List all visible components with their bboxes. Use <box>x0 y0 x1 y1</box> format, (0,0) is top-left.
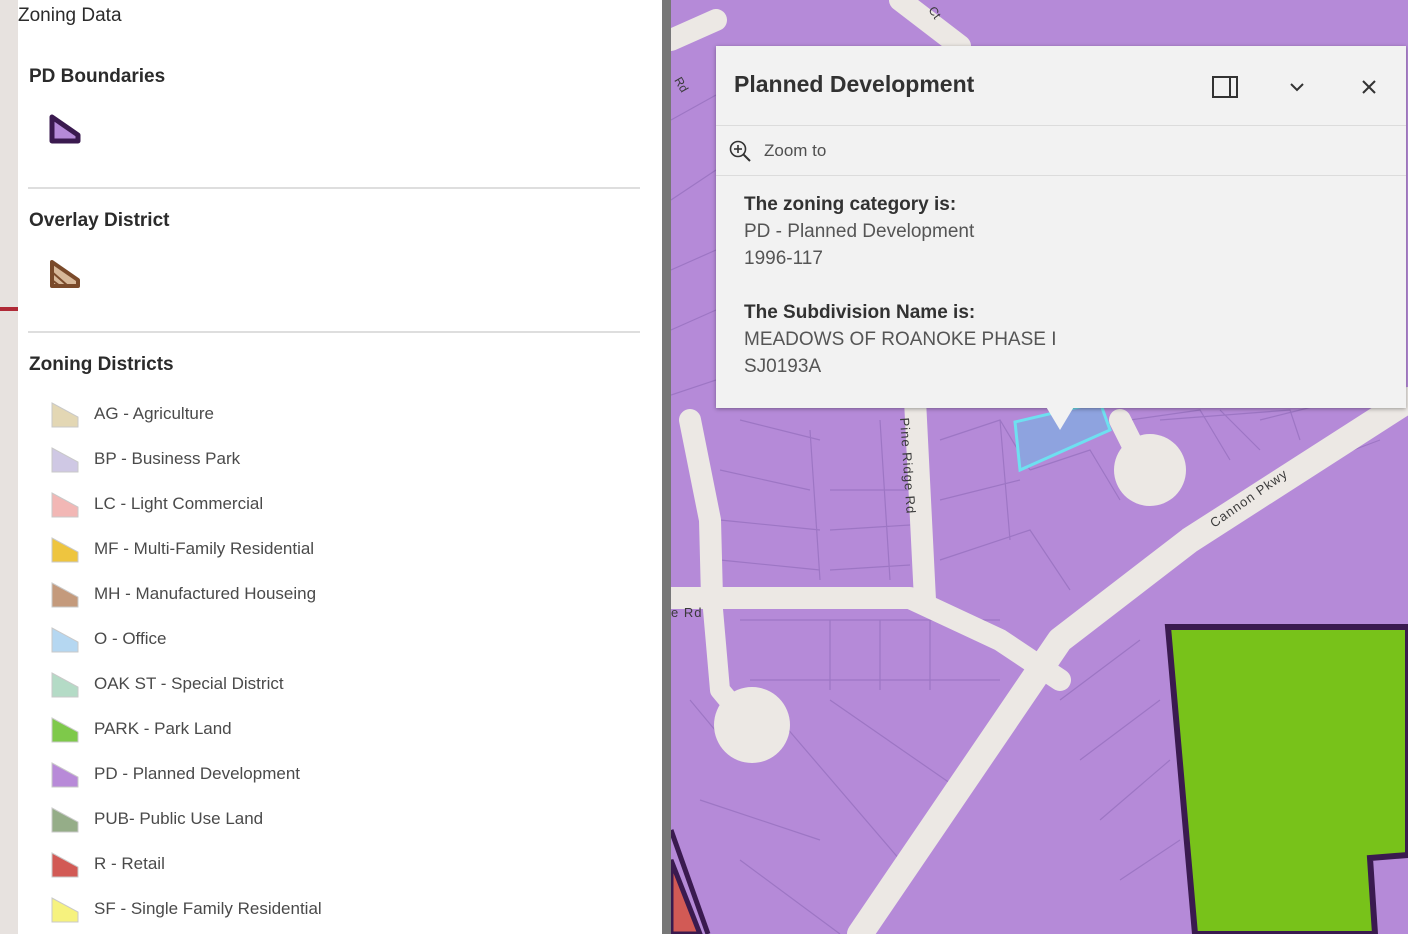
chevron-down-icon <box>1290 83 1304 92</box>
legend-item-label: PUB- Public Use Land <box>94 809 264 828</box>
legend-swatch-icon <box>51 582 79 608</box>
legend-swatch-icon <box>51 852 79 878</box>
legend-item-label: BP - Business Park <box>94 449 241 468</box>
side-accent-bar <box>0 307 18 311</box>
legend-item: BP - Business Park <box>50 443 240 475</box>
legend-swatch-icon <box>51 537 79 563</box>
legend-item: AG - Agriculture <box>50 398 214 430</box>
field-value: MEADOWS OF ROANOKE PHASE I <box>744 329 1057 350</box>
field-value: SJ0193A <box>744 356 822 377</box>
legend-item-label: O - Office <box>94 629 167 648</box>
overlay-district-heading: Overlay District <box>29 210 170 231</box>
popup-actions: Zoom to <box>716 126 1406 176</box>
field-value: PD - Planned Development <box>744 221 975 242</box>
legend-item: PARK - Park Land <box>50 713 232 745</box>
legend-item: MH - Manufactured Houseing <box>50 578 316 610</box>
legend-item: PD - Planned Development <box>50 758 300 790</box>
dock-icon <box>1212 76 1238 98</box>
popup-content: The zoning category is: PD - Planned Dev… <box>744 191 1384 380</box>
panel-splitter[interactable] <box>662 0 671 934</box>
pd-boundaries-heading: PD Boundaries <box>29 66 166 87</box>
collapse-button[interactable] <box>1280 70 1314 104</box>
close-icon <box>1362 80 1376 94</box>
feature-popup: Planned Development Zoom to The zoning c… <box>716 46 1406 408</box>
legend-item: LC - Light Commercial <box>50 488 263 520</box>
pd-boundary-swatch-icon <box>49 114 81 144</box>
close-button[interactable] <box>1352 70 1386 104</box>
cul-de-sac <box>714 687 790 763</box>
field-label: The zoning category is: <box>744 194 957 215</box>
legend-item: MF - Multi-Family Residential <box>50 533 314 565</box>
legend-swatch-icon <box>51 762 79 788</box>
popup-header: Planned Development <box>716 46 1406 126</box>
dock-button[interactable] <box>1208 70 1242 104</box>
legend-item-label: AG - Agriculture <box>94 404 214 423</box>
street-label-left-rd: e Rd <box>671 605 702 620</box>
legend-item: R - Retail <box>50 848 165 880</box>
section-divider <box>28 187 640 189</box>
app-side-strip <box>0 0 18 934</box>
overlay-district-swatch-icon <box>50 260 80 288</box>
zoom-to-label: Zoom to <box>764 141 827 160</box>
legend-item: PUB- Public Use Land <box>50 803 263 835</box>
section-divider <box>28 331 640 333</box>
legend-item: O - Office <box>50 623 166 655</box>
legend-swatch-icon <box>51 447 79 473</box>
field-label: The Subdivision Name is: <box>744 302 976 323</box>
legend-title: Zoning Data <box>18 5 122 26</box>
popup-title: Planned Development <box>734 71 975 97</box>
legend-item-label: R - Retail <box>94 854 165 873</box>
legend-item: SF - Single Family Residential <box>50 893 322 925</box>
legend-swatch-icon <box>51 897 79 923</box>
legend-item-label: PD - Planned Development <box>94 764 301 783</box>
legend-item-label: MF - Multi-Family Residential <box>94 539 315 558</box>
legend-item: OAK ST - Special District <box>50 668 284 700</box>
legend-swatch-icon <box>51 717 79 743</box>
legend-swatch-icon <box>51 402 79 428</box>
zoom-in-icon <box>729 140 751 162</box>
legend-swatch-icon <box>51 492 79 518</box>
legend-swatch-icon <box>51 807 79 833</box>
legend-swatch-icon <box>51 627 79 653</box>
zoning-districts-heading: Zoning Districts <box>29 354 174 375</box>
field-value: 1996-117 <box>744 248 823 269</box>
park-parcel[interactable] <box>1164 624 1408 934</box>
cul-de-sac <box>1114 434 1186 506</box>
legend-item-label: LC - Light Commercial <box>94 494 264 513</box>
legend-item-label: PARK - Park Land <box>94 719 232 738</box>
popup-pointer <box>1045 405 1075 430</box>
legend-item-label: SF - Single Family Residential <box>94 899 322 918</box>
legend-item-label: OAK ST - Special District <box>94 674 284 693</box>
legend-panel: Zoning Data PD Boundaries Overlay Distri… <box>18 0 662 934</box>
legend-swatch-icon <box>51 672 79 698</box>
zoom-to-button[interactable]: Zoom to <box>728 136 826 166</box>
legend-item-label: MH - Manufactured Houseing <box>94 584 317 603</box>
